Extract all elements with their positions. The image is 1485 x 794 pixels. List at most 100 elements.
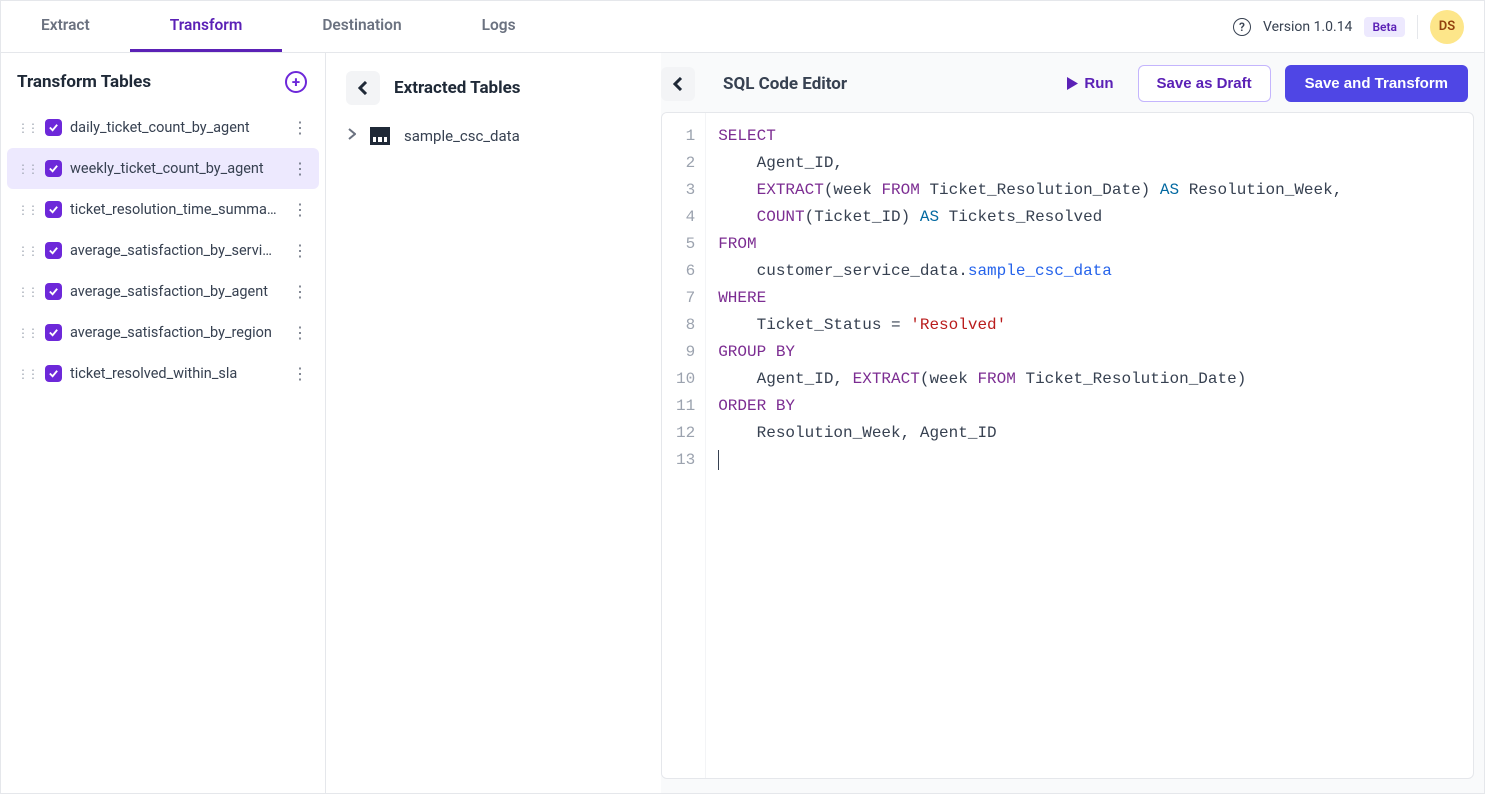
extracted-panel-header: Extracted Tables — [334, 65, 653, 123]
line-number: 1 — [672, 123, 699, 150]
checkbox[interactable] — [45, 324, 62, 341]
line-number: 8 — [672, 312, 699, 339]
code-line[interactable]: Agent_ID, EXTRACT(week FROM Ticket_Resol… — [718, 366, 1461, 393]
code-line[interactable]: GROUP BY — [718, 339, 1461, 366]
avatar[interactable]: DS — [1430, 10, 1464, 44]
line-number: 5 — [672, 231, 699, 258]
line-number: 13 — [672, 447, 699, 474]
editor-header: SQL Code Editor Run Save as Draft Save a… — [661, 63, 1474, 112]
transform-panel-title: Transform Tables — [17, 72, 151, 92]
code-line[interactable]: WHERE — [718, 285, 1461, 312]
tab-transform[interactable]: Transform — [130, 1, 283, 52]
extracted-panel-title: Extracted Tables — [394, 78, 647, 98]
transform-table-item[interactable]: ⋮⋮ average_satisfaction_by_region ⋮ — [7, 312, 319, 353]
code-line[interactable]: Resolution_Week, Agent_ID — [718, 420, 1461, 447]
more-options-button[interactable]: ⋮ — [286, 239, 313, 262]
transform-table-item[interactable]: ⋮⋮ average_satisfaction_by_service... ⋮ — [7, 230, 319, 271]
code-line[interactable] — [718, 447, 1461, 474]
drag-handle-icon[interactable]: ⋮⋮ — [17, 203, 37, 217]
code-editor[interactable]: 12345678910111213 SELECT Agent_ID, EXTRA… — [661, 112, 1474, 779]
tab-extract[interactable]: Extract — [1, 1, 130, 52]
transform-table-list: ⋮⋮daily_ticket_count_by_agent⋮⋮⋮weekly_t… — [7, 107, 319, 394]
transform-table-name: average_satisfaction_by_service... — [70, 242, 278, 259]
save-draft-button[interactable]: Save as Draft — [1138, 65, 1271, 102]
beta-badge: Beta — [1364, 17, 1405, 37]
collapse-extracted-button[interactable] — [661, 67, 695, 101]
tab-logs[interactable]: Logs — [442, 1, 556, 52]
drag-handle-icon[interactable]: ⋮⋮ — [17, 326, 37, 340]
line-number: 2 — [672, 150, 699, 177]
table-icon — [370, 127, 390, 145]
drag-handle-icon[interactable]: ⋮⋮ — [17, 162, 37, 176]
more-options-button[interactable]: ⋮ — [286, 116, 313, 139]
editor-panel: SQL Code Editor Run Save as Draft Save a… — [661, 53, 1484, 793]
transform-table-name: weekly_ticket_count_by_agent — [70, 160, 278, 177]
checkbox[interactable] — [45, 119, 62, 136]
drag-handle-icon[interactable]: ⋮⋮ — [17, 121, 37, 135]
code-line[interactable]: COUNT(Ticket_ID) AS Tickets_Resolved — [718, 204, 1461, 231]
code-line[interactable]: SELECT — [718, 123, 1461, 150]
run-label: Run — [1084, 75, 1113, 92]
more-options-button[interactable]: ⋮ — [286, 280, 313, 303]
play-icon — [1067, 77, 1078, 90]
chevron-left-icon — [358, 81, 368, 95]
topbar: ExtractTransformDestinationLogs ? Versio… — [1, 1, 1484, 53]
line-number: 9 — [672, 339, 699, 366]
code-line[interactable]: ORDER BY — [718, 393, 1461, 420]
main-tabs: ExtractTransformDestinationLogs — [1, 1, 556, 52]
drag-handle-icon[interactable]: ⋮⋮ — [17, 244, 37, 258]
checkbox[interactable] — [45, 201, 62, 218]
extracted-panel: Extracted Tables sample_csc_data — [326, 53, 661, 793]
run-button[interactable]: Run — [1057, 67, 1123, 100]
transform-table-item[interactable]: ⋮⋮average_satisfaction_by_agent⋮ — [7, 271, 319, 312]
code-line[interactable]: Ticket_Status = 'Resolved' — [718, 312, 1461, 339]
transform-table-name: average_satisfaction_by_region — [70, 324, 278, 341]
more-options-button[interactable]: ⋮ — [286, 321, 313, 344]
more-options-button[interactable]: ⋮ — [286, 198, 313, 221]
transform-table-item[interactable]: ⋮⋮ weekly_ticket_count_by_agent ⋮ — [7, 148, 319, 189]
line-number: 3 — [672, 177, 699, 204]
line-gutter: 12345678910111213 — [662, 113, 706, 778]
code-line[interactable]: customer_service_data.sample_csc_data — [718, 258, 1461, 285]
text-caret — [718, 450, 719, 470]
app-root: ExtractTransformDestinationLogs ? Versio… — [0, 0, 1485, 794]
extracted-table-item[interactable]: sample_csc_data — [342, 123, 653, 149]
main-area: Transform Tables + ⋮⋮daily_ticket_count_… — [1, 53, 1484, 793]
more-options-button[interactable]: ⋮ — [286, 157, 313, 180]
line-number: 7 — [672, 285, 699, 312]
drag-handle-icon[interactable]: ⋮⋮ — [17, 285, 37, 299]
line-number: 12 — [672, 420, 699, 447]
transform-table-item[interactable]: ⋮⋮ticket_resolved_within_sla⋮ — [7, 353, 319, 394]
checkbox[interactable] — [45, 365, 62, 382]
drag-handle-icon[interactable]: ⋮⋮ — [17, 367, 37, 381]
help-icon[interactable]: ? — [1233, 18, 1251, 36]
topbar-right: ? Version 1.0.14 Beta DS — [1233, 10, 1464, 44]
line-number: 6 — [672, 258, 699, 285]
transform-panel: Transform Tables + ⋮⋮daily_ticket_count_… — [1, 53, 326, 793]
chevron-right-icon[interactable] — [348, 128, 356, 144]
transform-table-item[interactable]: ⋮⋮ daily_ticket_count_by_agent ⋮ — [7, 107, 319, 148]
code-line[interactable]: FROM — [718, 231, 1461, 258]
checkbox[interactable] — [45, 242, 62, 259]
transform-table-item[interactable]: ⋮⋮ ticket_resolution_time_summary ⋮ — [7, 189, 319, 230]
transform-panel-header: Transform Tables + — [7, 65, 319, 107]
add-transform-button[interactable]: + — [285, 71, 307, 93]
collapse-transform-button[interactable] — [346, 71, 380, 105]
more-options-button[interactable]: ⋮ — [286, 362, 313, 385]
tab-destination[interactable]: Destination — [282, 1, 441, 52]
checkbox[interactable] — [45, 160, 62, 177]
code-line[interactable]: EXTRACT(week FROM Ticket_Resolution_Date… — [718, 177, 1461, 204]
extracted-table-list: sample_csc_data — [334, 123, 653, 149]
transform-table-name: daily_ticket_count_by_agent — [70, 119, 278, 136]
divider — [1417, 15, 1418, 39]
save-transform-button[interactable]: Save and Transform — [1285, 65, 1468, 102]
version-label: Version 1.0.14 — [1263, 19, 1352, 35]
code-area[interactable]: SELECT Agent_ID, EXTRACT(week FROM Ticke… — [706, 113, 1473, 778]
extracted-table-name: sample_csc_data — [404, 127, 520, 145]
transform-table-name: ticket_resolution_time_summary — [70, 201, 278, 218]
checkbox[interactable] — [45, 283, 62, 300]
line-number: 10 — [672, 366, 699, 393]
line-number: 4 — [672, 204, 699, 231]
code-line[interactable]: Agent_ID, — [718, 150, 1461, 177]
line-number: 11 — [672, 393, 699, 420]
